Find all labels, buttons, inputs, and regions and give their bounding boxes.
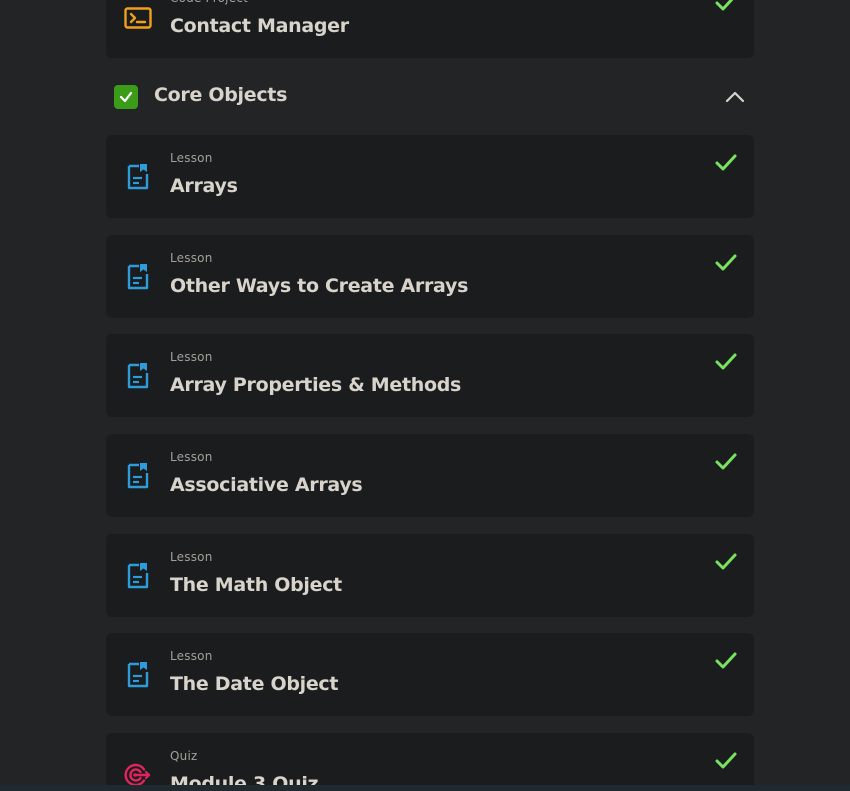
lesson-document-icon bbox=[127, 264, 149, 290]
lesson-card[interactable]: Lesson Associative Arrays bbox=[106, 434, 754, 517]
completed-check-icon bbox=[715, 752, 737, 769]
item-title: Arrays bbox=[170, 175, 238, 197]
completed-check-icon bbox=[715, 553, 737, 570]
section-header-core-objects[interactable]: Core Objects bbox=[106, 76, 754, 118]
completed-check-icon bbox=[715, 453, 737, 470]
completed-check-icon bbox=[715, 254, 737, 271]
lesson-document-icon bbox=[127, 662, 149, 688]
lesson-document-icon bbox=[127, 463, 149, 489]
terminal-icon bbox=[124, 7, 152, 29]
lesson-card[interactable]: Lesson Other Ways to Create Arrays bbox=[106, 235, 754, 318]
lesson-document-icon bbox=[127, 363, 149, 389]
item-type-label: Lesson bbox=[170, 350, 213, 364]
item-title: Array Properties & Methods bbox=[170, 374, 462, 396]
section-title: Core Objects bbox=[154, 84, 288, 106]
lesson-card[interactable]: Lesson The Date Object bbox=[106, 633, 754, 716]
section-completed-checkbox bbox=[114, 85, 138, 109]
item-title: The Date Object bbox=[170, 673, 339, 695]
lesson-card[interactable]: Lesson Array Properties & Methods bbox=[106, 334, 754, 417]
completed-check-icon bbox=[715, 154, 737, 171]
item-type-label: Code Project bbox=[170, 0, 248, 5]
completed-check-icon bbox=[715, 0, 734, 11]
item-type-label: Lesson bbox=[170, 251, 213, 265]
chevron-up-icon[interactable] bbox=[724, 86, 746, 108]
item-title: Associative Arrays bbox=[170, 474, 363, 496]
code-project-card[interactable]: Code Project Contact Manager bbox=[106, 0, 754, 58]
lesson-document-icon bbox=[127, 164, 149, 190]
quiz-card[interactable]: Quiz Module 3 Quiz bbox=[106, 733, 754, 791]
course-outline-page: Code Project Contact Manager Core Object… bbox=[0, 0, 850, 791]
lesson-card[interactable]: Lesson The Math Object bbox=[106, 534, 754, 617]
completed-check-icon bbox=[715, 652, 737, 669]
item-title: Contact Manager bbox=[170, 15, 349, 37]
lesson-card[interactable]: Lesson Arrays bbox=[106, 135, 754, 218]
item-type-label: Lesson bbox=[170, 649, 213, 663]
item-title: The Math Object bbox=[170, 574, 342, 596]
item-type-label: Lesson bbox=[170, 550, 213, 564]
item-title: Other Ways to Create Arrays bbox=[170, 275, 469, 297]
item-type-label: Lesson bbox=[170, 450, 213, 464]
bottom-edge-bar bbox=[0, 785, 850, 791]
completed-check-icon bbox=[715, 353, 737, 370]
quiz-target-icon bbox=[124, 763, 151, 787]
item-type-label: Lesson bbox=[170, 151, 213, 165]
lesson-document-icon bbox=[127, 563, 149, 589]
check-icon bbox=[119, 91, 133, 103]
item-type-label: Quiz bbox=[170, 749, 198, 763]
